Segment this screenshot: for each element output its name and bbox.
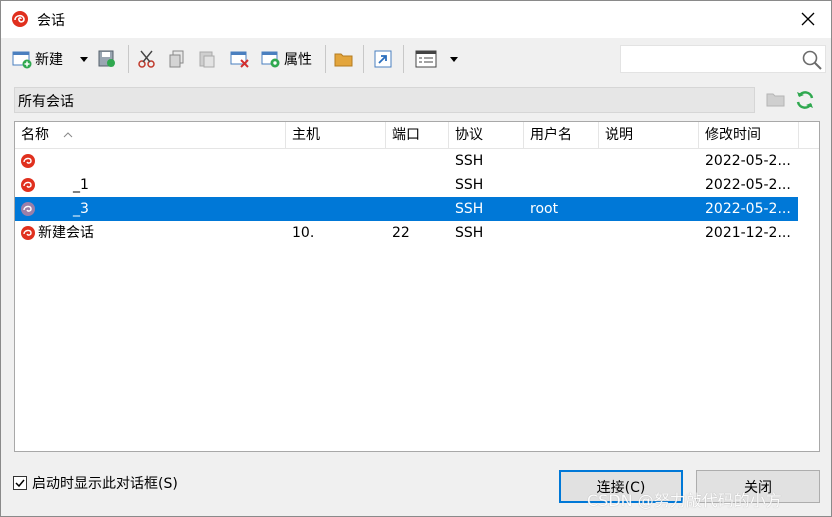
session-icon (21, 154, 35, 168)
open-folder-button[interactable] (334, 45, 354, 73)
refresh-icon[interactable] (794, 89, 816, 115)
column-header-description[interactable]: 说明 (599, 122, 699, 149)
delete-button[interactable] (230, 45, 250, 73)
column-header-name[interactable]: 名称 (15, 122, 286, 149)
path-label: 所有会话 (18, 94, 74, 110)
session-icon (21, 178, 35, 192)
xshell-logo-icon (11, 10, 29, 28)
new-session-dropdown[interactable] (79, 45, 89, 73)
copy-button[interactable] (167, 45, 187, 73)
delete-icon (230, 51, 249, 68)
session-row[interactable]: 新建会话 10. 22 SSH 2021-12-2... (15, 221, 798, 245)
paste-icon (199, 51, 215, 68)
new-session-button[interactable]: 新建 (12, 45, 63, 73)
cut-button[interactable] (137, 45, 157, 73)
window-title: 会话 (37, 13, 65, 29)
session-row[interactable]: _1 SSH 2022-05-2... (15, 173, 798, 197)
session-row-selected[interactable]: _3 SSH root 2022-05-2... (15, 197, 798, 221)
scissors-icon (138, 50, 155, 68)
properties-icon (261, 51, 280, 68)
paste-button[interactable] (197, 45, 217, 73)
export-button[interactable] (373, 45, 393, 73)
column-header-username[interactable]: 用户名 (524, 122, 599, 149)
caret-down-icon (80, 57, 88, 62)
toolbar: 新建 属性 (1, 41, 831, 77)
title-bar[interactable]: 会话 (1, 1, 831, 38)
session-row[interactable]: SSH 2022-05-2... (15, 149, 798, 173)
new-session-label: 新建 (35, 52, 63, 68)
export-arrow-icon (374, 50, 392, 68)
column-header-host[interactable]: 主机 (286, 122, 386, 149)
sessions-dialog: 会话 新建 属性 所有会话 名称 主机 端口 协议 用户名 说明 修改时间 SS… (0, 0, 832, 517)
properties-button[interactable]: 属性 (261, 45, 312, 73)
show-on-startup-checkbox[interactable]: 启动时显示此对话框(S) (13, 473, 178, 493)
parent-folder-icon[interactable] (766, 90, 786, 112)
view-layout-icon (415, 50, 437, 68)
session-icon (21, 202, 35, 216)
close-window-button[interactable] (785, 1, 831, 37)
checkmark-icon (15, 479, 25, 488)
caret-down-icon (450, 57, 458, 62)
save-icon (98, 50, 115, 67)
new-session-icon (12, 51, 32, 69)
watermark: CSDN @努力敲代码的小方 (587, 491, 782, 510)
copy-icon (169, 50, 184, 68)
session-list[interactable]: 名称 主机 端口 协议 用户名 说明 修改时间 SSH 2022-05-2...… (14, 121, 820, 452)
column-header-modified[interactable]: 修改时间 (699, 122, 799, 149)
search-input[interactable] (621, 46, 797, 72)
column-header-protocol[interactable]: 协议 (449, 122, 524, 149)
save-session-button[interactable] (97, 45, 117, 73)
view-dropdown[interactable] (449, 45, 459, 73)
column-header-port[interactable]: 端口 (386, 122, 449, 149)
sort-ascending-icon (63, 132, 73, 138)
folder-icon (334, 53, 353, 67)
search-icon[interactable] (801, 49, 823, 75)
view-button[interactable] (415, 45, 437, 73)
search-box (620, 45, 826, 73)
checkbox-box[interactable] (13, 476, 27, 490)
session-path-bar: 所有会话 (14, 87, 755, 113)
show-on-startup-label: 启动时显示此对话框(S) (32, 476, 178, 492)
close-icon (801, 12, 815, 26)
properties-label: 属性 (284, 52, 312, 68)
list-header: 名称 主机 端口 协议 用户名 说明 修改时间 (15, 122, 819, 149)
